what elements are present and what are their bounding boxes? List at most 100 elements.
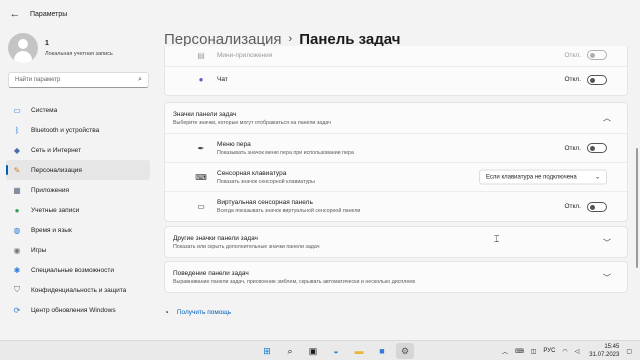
- brush-icon: ✎: [13, 165, 21, 175]
- chevron-down-icon: ﹀: [603, 238, 611, 248]
- chat-row: ● Чат Откл.: [165, 66, 627, 92]
- sidebar-item-time-language[interactable]: ◍ Время и язык: [6, 220, 150, 240]
- back-arrow-icon[interactable]: ←: [8, 7, 22, 21]
- dropdown-value: Если клавиатура не подключена: [486, 174, 577, 180]
- sidebar-item-label: Сеть и Интернет: [31, 146, 82, 154]
- scrollbar[interactable]: [636, 148, 638, 268]
- chevron-down-icon: ﹀: [603, 273, 611, 283]
- breadcrumb-parent[interactable]: Персонализация: [164, 31, 282, 48]
- section-title: Значки панели задач: [173, 111, 237, 118]
- main-content: Персонализация › Панель задач ▤ Мини-при…: [164, 28, 640, 340]
- sidebar-item-system[interactable]: ▭ Система: [6, 100, 150, 120]
- chevron-up-icon[interactable]: ︿: [502, 347, 508, 356]
- sidebar-item-windows-update[interactable]: ⟳ Центр обновления Windows: [6, 300, 150, 320]
- taskbar-icons-card: Значки панели задач Выберите значки, кот…: [164, 102, 628, 222]
- store-icon[interactable]: ■: [373, 343, 391, 359]
- network-icon: ◆: [13, 145, 21, 155]
- clock[interactable]: 15:45 31.07.2023: [589, 343, 619, 359]
- sidebar: 1 Локальная учетная запись Найти парамет…: [0, 28, 156, 340]
- person-icon: ●: [14, 205, 20, 215]
- sidebar-item-label: Система: [31, 106, 58, 114]
- section-title: Поведение панели задач: [173, 270, 249, 277]
- search-icon: ⌕: [138, 76, 142, 83]
- keyboard-icon[interactable]: ⌨: [515, 348, 524, 355]
- chat-toggle[interactable]: [587, 74, 607, 85]
- sidebar-item-apps[interactable]: ▦ Приложения: [6, 180, 150, 200]
- get-help[interactable]: ◔ Получить помощь: [164, 308, 231, 317]
- sidebar-item-label: Центр обновления Windows: [31, 306, 116, 314]
- sidebar-item-accounts[interactable]: ● Учетные записи: [6, 200, 150, 220]
- section-subtitle: Выравнивание панели задач, присвоение эм…: [173, 279, 416, 285]
- search-input[interactable]: Найти параметр ⌕: [8, 72, 149, 88]
- user-profile[interactable]: 1 Локальная учетная запись: [8, 30, 156, 66]
- pen-menu-toggle[interactable]: [587, 143, 607, 153]
- pen-menu-desc: Показывать значок меню пера при использо…: [217, 149, 354, 156]
- virtual-touchpad-label: Виртуальная сенсорная панель: [217, 199, 313, 206]
- sidebar-item-label: Конфиденциальность и защита: [31, 286, 127, 294]
- widgets-toggle[interactable]: [587, 50, 607, 60]
- section-title: Другие значки панели задач: [173, 235, 258, 242]
- virtual-touchpad-row: ▭ Виртуальная сенсорная панель Всегда по…: [165, 191, 627, 221]
- gamepad-icon: ◉: [13, 245, 21, 255]
- language-indicator[interactable]: РУС: [543, 348, 555, 354]
- sidebar-nav: ▭ Система ᛒ Bluetooth и устройства ◆ Сет…: [0, 100, 156, 320]
- chat-icon: ●: [198, 75, 204, 84]
- taskbar-behavior-card[interactable]: Поведение панели задач Выравнивание пане…: [164, 261, 628, 293]
- start-icon[interactable]: ⊞: [258, 343, 276, 359]
- sidebar-item-network[interactable]: ◆ Сеть и Интернет: [6, 140, 150, 160]
- avatar: [8, 33, 38, 63]
- shield-icon: ⛉: [14, 285, 20, 294]
- get-help-link[interactable]: Получить помощь: [177, 309, 231, 316]
- help-icon: ◔: [164, 308, 169, 317]
- bluetooth-icon: ᛒ: [14, 125, 20, 135]
- taskbar-icons-header[interactable]: Значки панели задач Выберите значки, кот…: [165, 103, 627, 133]
- chevron-down-icon: ⌄: [594, 174, 600, 181]
- sidebar-item-accessibility[interactable]: ✱ Специальные возможности: [6, 260, 150, 280]
- wifi-icon[interactable]: ◠: [562, 348, 567, 355]
- update-icon: ⟳: [13, 305, 21, 315]
- widgets-label: Мини-приложения: [217, 51, 273, 59]
- touch-keyboard-dropdown[interactable]: Если клавиатура не подключена ⌄: [479, 169, 607, 185]
- chevron-up-icon: ︿: [603, 113, 611, 123]
- widgets-toggle-state: Откл.: [564, 51, 581, 59]
- search-icon[interactable]: ⌕: [281, 343, 299, 359]
- sidebar-item-bluetooth[interactable]: ᛒ Bluetooth и устройства: [6, 120, 150, 140]
- accessibility-icon: ✱: [13, 265, 21, 275]
- pen-menu-label: Меню пера: [217, 140, 251, 148]
- notifications-icon[interactable]: ▢: [626, 348, 632, 355]
- title-bar: ← Параметры: [0, 0, 640, 28]
- apps-icon: ▦: [13, 185, 21, 195]
- virtual-touchpad-desc: Всегда показывать значок виртуальной сен…: [217, 208, 361, 214]
- touch-keyboard-row: ⌨ Сенсорная клавиатура Показать значок с…: [165, 162, 627, 191]
- clock-date: 31.07.2023: [589, 352, 620, 358]
- sidebar-item-label: Время и язык: [31, 226, 72, 234]
- sidebar-item-personalization[interactable]: ✎ Персонализация: [6, 160, 150, 180]
- virtual-touchpad-toggle[interactable]: [587, 201, 607, 212]
- page-title: Панель задач: [299, 30, 401, 48]
- taskbar-apps: ⊞ ⌕ ▣ ◒ ▬ ■ ⚙: [258, 343, 419, 359]
- edge-icon[interactable]: ◒: [327, 343, 345, 359]
- pen-icon: ✒: [197, 143, 205, 153]
- sidebar-item-label: Игры: [31, 246, 47, 254]
- widgets-icon: ▤: [197, 50, 205, 60]
- sidebar-item-privacy[interactable]: ⛉ Конфиденциальность и защита: [6, 280, 150, 300]
- widgets-row: ▤ Мини-приложения Откл.: [165, 46, 627, 66]
- chat-label: Чат: [217, 76, 228, 83]
- search-placeholder: Найти параметр: [15, 77, 61, 83]
- sidebar-item-label: Специальные возможности: [31, 266, 114, 274]
- section-subtitle: Показать или скрыть дополнительные значк…: [173, 244, 320, 250]
- sidebar-item-label: Персонализация: [31, 166, 82, 174]
- touch-keyboard-label: Сенсорная клавиатура: [217, 169, 287, 177]
- volume-icon[interactable]: ◁: [575, 348, 580, 355]
- globe-icon: ◍: [13, 225, 21, 235]
- system-tray: ︿ ⌨ ◫ РУС ◠ ◁ 15:45 31.07.2023 ▢: [495, 343, 632, 359]
- task-view-icon[interactable]: ▣: [304, 343, 322, 359]
- file-explorer-icon[interactable]: ▬: [350, 343, 368, 359]
- sidebar-item-gaming[interactable]: ◉ Игры: [6, 240, 150, 260]
- touch-keyboard-desc: Показать значок сенсорной клавиатуры: [217, 178, 315, 185]
- other-icons-card[interactable]: Другие значки панели задач Показать или …: [164, 226, 628, 258]
- chat-toggle-state: Откл.: [564, 76, 581, 83]
- pen-menu-row: ✒ Меню пера Показывать значок меню пера …: [165, 133, 627, 162]
- network-icon[interactable]: ◫: [531, 348, 537, 355]
- settings-icon[interactable]: ⚙: [396, 343, 414, 359]
